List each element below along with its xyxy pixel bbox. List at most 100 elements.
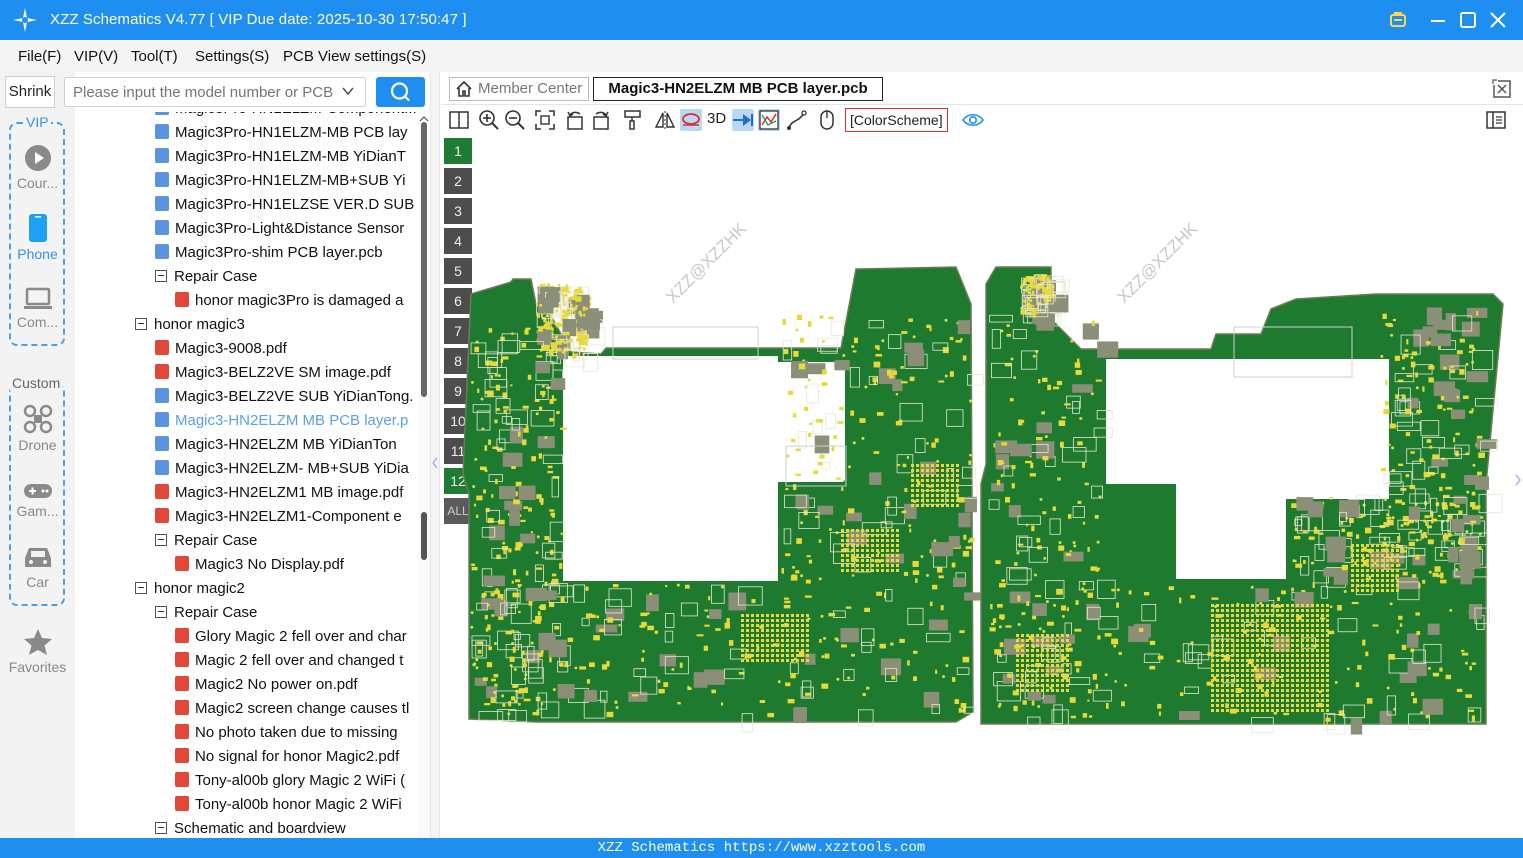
rail-item-favorites[interactable]: Favorites xyxy=(0,628,75,675)
tree-file[interactable]: No signal for honor Magic2.pdf xyxy=(175,745,399,769)
board-right-via xyxy=(1456,395,1460,399)
menu-pcb-view-settings[interactable]: PCB View settings(S) xyxy=(283,48,426,65)
mirror-icon[interactable] xyxy=(654,109,676,131)
zoom-in-icon[interactable] xyxy=(478,109,500,131)
tree-folder[interactable]: honor magic3 xyxy=(135,313,245,337)
collapse-toggle-icon[interactable] xyxy=(155,822,167,834)
vip-badge-icon[interactable] xyxy=(1386,8,1410,32)
rail-item-computer[interactable]: Com... xyxy=(0,287,75,330)
minimize-icon[interactable] xyxy=(1426,8,1450,32)
board-right-mem-bga-ball xyxy=(1051,689,1054,692)
tree-file[interactable]: Tony-al00b honor Magic 2 WiFi xyxy=(175,793,402,817)
pcb-board-view[interactable]: XZZ@XZZHK XZZ@XZZHK xyxy=(441,134,1523,838)
mouse-icon[interactable] xyxy=(816,109,838,131)
menu-settings[interactable]: Settings(S) xyxy=(195,48,269,65)
tree-file[interactable]: Magic 2 fell over and changed t xyxy=(175,649,403,673)
tree-file[interactable]: Magic3-HN2ELZM1-Component e xyxy=(155,505,402,529)
tree-file[interactable]: Magic3-BELZ2VE SUB YiDianTong. xyxy=(155,385,413,409)
tree-file[interactable]: Magic3Pro-HN1ELZM-MB YiDianT xyxy=(155,145,406,169)
board-right-pmic-bga-ball xyxy=(1391,569,1394,572)
tab-pcb-file[interactable]: Magic3-HN2ELZM MB PCB layer.pcb xyxy=(593,77,883,101)
collapse-left-icon[interactable] xyxy=(431,455,439,471)
3d-view-button[interactable]: 3D xyxy=(707,110,726,127)
tree-file[interactable]: Magic3Pro-HN1ELZM-MB+SUB Yi xyxy=(155,169,405,193)
color-scheme-button[interactable]: [ColorScheme] xyxy=(845,108,948,132)
eye-icon[interactable] xyxy=(962,109,984,131)
board-right-via xyxy=(1450,365,1454,369)
zoom-out-icon[interactable] xyxy=(504,109,526,131)
rail-item-courses[interactable]: Cour... xyxy=(0,144,75,191)
paint-brush-icon[interactable] xyxy=(622,109,644,131)
collapse-toggle-icon[interactable] xyxy=(135,318,147,330)
fit-view-icon[interactable] xyxy=(534,109,556,131)
board-left-pad xyxy=(535,615,542,622)
search-button[interactable] xyxy=(376,77,425,107)
tree-file[interactable]: Tony-al00b glory Magic 2 WiFi ( xyxy=(175,769,405,793)
tree-file[interactable]: Magic2 No power on.pdf xyxy=(175,673,358,697)
tree-file[interactable]: Magic3Pro-HN1ELZM-Component... xyxy=(155,112,417,121)
tree-folder[interactable]: Repair Case xyxy=(155,265,257,289)
rail-item-car[interactable]: Car xyxy=(0,545,75,590)
highlight-net-icon[interactable] xyxy=(680,109,702,131)
tree-folder[interactable]: Schematic and boardview xyxy=(155,817,346,838)
collapse-toggle-icon[interactable] xyxy=(155,606,167,618)
tree-file[interactable]: Magic3Pro-Light&Distance Sensor xyxy=(155,217,404,241)
close-icon[interactable] xyxy=(1486,8,1510,32)
tree-file[interactable]: Magic3-9008.pdf xyxy=(155,337,287,361)
split-view-icon[interactable] xyxy=(448,109,470,131)
collapse-toggle-icon[interactable] xyxy=(155,534,167,546)
trace-tool-icon[interactable] xyxy=(786,109,808,131)
tab-member-center[interactable]: Member Center xyxy=(449,77,589,101)
pin-arrow-icon[interactable] xyxy=(732,109,754,131)
search-icon xyxy=(390,82,410,102)
pcb-canvas[interactable]: 1 2 3 4 5 6 7 8 9 10 11 12 ALL XZZ@XZZHK XZZ@XZZHK xyxy=(441,134,1523,838)
panel-splitter[interactable] xyxy=(430,72,440,838)
tree-file[interactable]: No photo taken due to missing xyxy=(175,721,398,745)
tree-file[interactable]: Magic3Pro-HN1ELZSE VER.D SUB I xyxy=(155,193,418,217)
tree-folder[interactable]: honor magic2 xyxy=(135,577,245,601)
tree-file[interactable]: Magic3-HN2ELZM MB PCB layer.p xyxy=(155,409,408,433)
rotate-left-icon[interactable] xyxy=(564,109,586,131)
collapse-toggle-icon[interactable] xyxy=(135,582,147,594)
board-left-soc-bga-ball xyxy=(841,559,844,562)
rail-item-games[interactable]: Gam... xyxy=(0,482,75,519)
tree-file[interactable]: Magic3 No Display.pdf xyxy=(175,553,344,577)
rail-item-drone[interactable]: Drone xyxy=(0,404,75,453)
net-map-icon[interactable] xyxy=(758,109,780,131)
tree-folder[interactable]: Repair Case xyxy=(155,601,257,625)
chevron-down-icon[interactable] xyxy=(341,84,355,98)
shrink-button[interactable]: Shrink xyxy=(5,76,55,108)
collapse-right-icon[interactable] xyxy=(1514,472,1522,488)
menu-vip[interactable]: VIP(V) xyxy=(74,48,118,65)
scrollbar-thumb[interactable] xyxy=(421,122,427,397)
board-right-pmic-bga-ball xyxy=(1356,559,1359,562)
board-right-soc-bga-ball xyxy=(1236,684,1239,687)
tree-file[interactable]: honor magic3Pro is damaged a xyxy=(175,289,403,313)
menu-tool[interactable]: Tool(T) xyxy=(131,48,178,65)
tree-folder[interactable]: Repair Case xyxy=(155,529,257,553)
board-left-soc-bga-ball xyxy=(876,539,879,542)
rotate-right-icon[interactable] xyxy=(590,109,612,131)
board-right-soc-bga-ball xyxy=(1231,689,1234,692)
tree-file[interactable]: Magic2 screen change causes tl xyxy=(175,697,409,721)
tree-file[interactable]: Magic3Pro-HN1ELZM-MB PCB lay xyxy=(155,121,408,145)
tree-file[interactable]: Magic3-HN2ELZM- MB+SUB YiDia xyxy=(155,457,409,481)
scrollbar-thumb-secondary[interactable] xyxy=(421,512,427,560)
board-right-pmic-bga-ball xyxy=(1361,544,1364,547)
model-search-field[interactable] xyxy=(64,77,366,107)
tree-file[interactable]: Glory Magic 2 fell over and char xyxy=(175,625,407,649)
search-input[interactable] xyxy=(73,78,343,106)
maximize-icon[interactable] xyxy=(1456,8,1480,32)
board-left-pad xyxy=(792,484,797,491)
tree-file[interactable]: Magic3-HN2ELZM1 MB image.pdf xyxy=(155,481,403,505)
tree-file[interactable]: Magic3Pro-shim PCB layer.pcb xyxy=(155,241,383,265)
close-tab-icon[interactable] xyxy=(1492,79,1512,99)
tree-scrollbar[interactable] xyxy=(418,112,430,838)
tree-file[interactable]: Magic3-HN2ELZM MB YiDianTon xyxy=(155,433,397,457)
collapse-toggle-icon[interactable] xyxy=(155,270,167,282)
board-right-soc-bga-ball xyxy=(1246,689,1249,692)
side-panel-icon[interactable] xyxy=(1485,109,1507,131)
rail-item-phone[interactable]: Phone xyxy=(0,213,75,262)
tree-file[interactable]: Magic3-BELZ2VE SM image.pdf xyxy=(155,361,391,385)
menu-file[interactable]: File(F) xyxy=(18,48,61,65)
